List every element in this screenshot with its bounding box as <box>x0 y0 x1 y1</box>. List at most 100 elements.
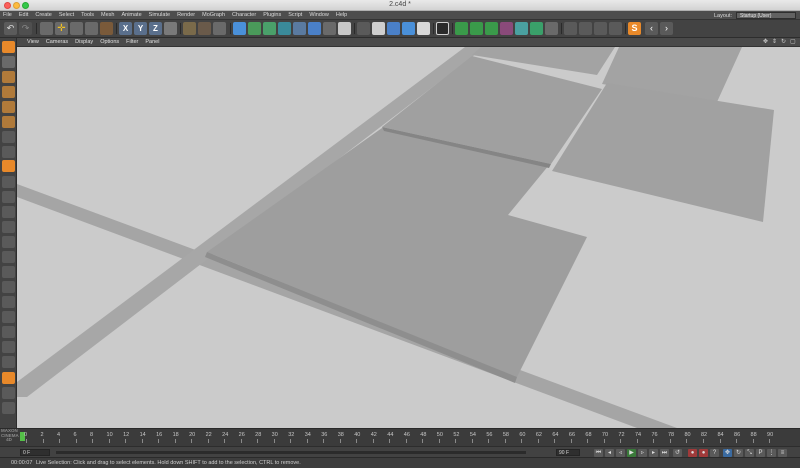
bridge-icon[interactable] <box>2 266 15 278</box>
timeline-menu-icon[interactable]: ≡ <box>778 449 787 457</box>
viewport-menu-cameras[interactable]: Cameras <box>46 39 68 45</box>
workplane-lock-icon[interactable] <box>2 387 15 399</box>
keyframe-selection-icon[interactable]: ? <box>710 449 719 457</box>
loop-icon[interactable]: ↺ <box>673 449 682 457</box>
model-mode-icon[interactable] <box>357 22 370 35</box>
viewport-menu-view[interactable]: View <box>27 39 39 45</box>
scale-key-icon[interactable]: ⤡ <box>745 449 754 457</box>
brush-icon[interactable] <box>2 176 15 188</box>
cube-icon[interactable] <box>233 22 246 35</box>
menu-mograph[interactable]: MoGraph <box>202 12 225 18</box>
timeline-ticks[interactable]: 0 2 4 6 8 10 12 14 16 18 20 22 24 26 28 30 32 34 36 38 40 42 4… <box>18 432 773 444</box>
extrude-icon[interactable] <box>2 236 15 248</box>
joint-icon[interactable] <box>579 22 592 35</box>
render-picture-viewer-icon[interactable] <box>198 22 211 35</box>
stitch-icon[interactable] <box>2 341 15 353</box>
mirror-icon[interactable] <box>2 356 15 368</box>
knife-icon[interactable] <box>2 221 15 233</box>
3d-viewport[interactable] <box>17 47 800 428</box>
next-key-icon[interactable]: ▸ <box>649 449 658 457</box>
autokey-icon[interactable]: ● <box>699 449 708 457</box>
iron-icon[interactable] <box>2 326 15 338</box>
menu-create[interactable]: Create <box>35 12 52 18</box>
edges-mode-icon[interactable] <box>402 22 415 35</box>
menu-tools[interactable]: Tools <box>81 12 94 18</box>
render-settings-icon[interactable] <box>213 22 226 35</box>
subdivision-surface-icon[interactable] <box>263 22 276 35</box>
coordinate-system-icon[interactable] <box>164 22 177 35</box>
rotation-key-icon[interactable]: ↻ <box>734 449 743 457</box>
polygons-mode-icon[interactable] <box>417 22 430 35</box>
points-icon[interactable] <box>2 116 15 128</box>
workplane-mode-icon[interactable] <box>2 101 15 113</box>
menu-simulate[interactable]: Simulate <box>149 12 170 18</box>
bevel-icon[interactable] <box>2 251 15 263</box>
recent-tools-icon[interactable] <box>100 22 113 35</box>
weld-icon[interactable] <box>2 281 15 293</box>
parameter-key-icon[interactable]: P <box>756 449 765 457</box>
polygons-icon[interactable] <box>2 146 15 158</box>
axis-icon[interactable] <box>2 372 15 384</box>
menu-plugins[interactable]: Plugins <box>263 12 281 18</box>
record-icon[interactable]: ● <box>688 449 697 457</box>
rotate-icon[interactable] <box>85 22 98 35</box>
magnet-icon[interactable] <box>2 296 15 308</box>
menu-mesh[interactable]: Mesh <box>101 12 114 18</box>
texture-icon[interactable] <box>2 86 15 98</box>
viewport-menu-panel[interactable]: Panel <box>145 39 159 45</box>
pull-icon[interactable] <box>2 206 15 218</box>
menu-select[interactable]: Select <box>59 12 74 18</box>
menu-animate[interactable]: Animate <box>121 12 141 18</box>
y-axis-lock-icon[interactable]: Y <box>134 22 147 35</box>
light-icon[interactable] <box>338 22 351 35</box>
object-mode-icon[interactable] <box>2 71 15 83</box>
menu-render[interactable]: Render <box>177 12 195 18</box>
camera-icon[interactable] <box>323 22 336 35</box>
deformer-icon[interactable] <box>545 22 558 35</box>
current-frame-field[interactable]: 0 F <box>20 449 50 456</box>
floor-icon[interactable] <box>308 22 321 35</box>
viewport-menu-display[interactable]: Display <box>75 39 93 45</box>
menu-window[interactable]: Window <box>309 12 329 18</box>
bend-deformer-icon[interactable] <box>293 22 306 35</box>
enable-axis-icon[interactable] <box>470 22 483 35</box>
point-level-key-icon[interactable]: ⋮ <box>767 449 776 457</box>
workplane-icon[interactable] <box>485 22 498 35</box>
x-axis-lock-icon[interactable]: X <box>119 22 132 35</box>
undo-icon[interactable]: ↶ <box>4 22 17 35</box>
spline-pen-icon[interactable] <box>248 22 261 35</box>
arrow-right-icon[interactable]: › <box>660 22 673 35</box>
array-icon[interactable] <box>278 22 291 35</box>
smooth-icon[interactable] <box>2 191 15 203</box>
menu-help[interactable]: Help <box>336 12 347 18</box>
previous-frame-icon[interactable]: ◃ <box>616 449 625 457</box>
model-icon[interactable] <box>2 56 15 68</box>
viewport-menu-filter[interactable]: Filter <box>126 39 138 45</box>
viewport-pan-icon[interactable]: ✥ <box>763 39 769 45</box>
sculpt-icon[interactable] <box>500 22 513 35</box>
plugin-s-icon[interactable]: S <box>628 22 641 35</box>
scale-icon[interactable] <box>70 22 83 35</box>
quantize-icon[interactable] <box>2 402 15 414</box>
texture-mode-icon[interactable] <box>372 22 385 35</box>
z-axis-lock-icon[interactable]: Z <box>149 22 162 35</box>
viewport-rotate-icon[interactable]: ↻ <box>781 39 787 45</box>
position-key-icon[interactable]: ✥ <box>723 449 732 457</box>
hair-icon[interactable] <box>515 22 528 35</box>
points-mode-icon[interactable] <box>387 22 400 35</box>
weight-icon[interactable] <box>594 22 607 35</box>
viewport-maximize-icon[interactable]: ▢ <box>790 39 796 45</box>
snap-icon[interactable] <box>2 160 15 172</box>
frame-range-slider[interactable] <box>56 451 526 454</box>
viewport-solo-icon[interactable] <box>436 22 449 35</box>
slide-icon[interactable] <box>2 311 15 323</box>
menu-character[interactable]: Character <box>232 12 256 18</box>
live-selection-icon[interactable] <box>40 22 53 35</box>
paint-icon[interactable] <box>609 22 622 35</box>
next-frame-icon[interactable]: ▹ <box>638 449 647 457</box>
previous-key-icon[interactable]: ◂ <box>605 449 614 457</box>
viewport-zoom-icon[interactable]: ⇕ <box>772 39 778 45</box>
move-icon[interactable]: ✛ <box>55 22 68 35</box>
make-editable-icon[interactable] <box>2 41 15 53</box>
character-icon[interactable] <box>564 22 577 35</box>
